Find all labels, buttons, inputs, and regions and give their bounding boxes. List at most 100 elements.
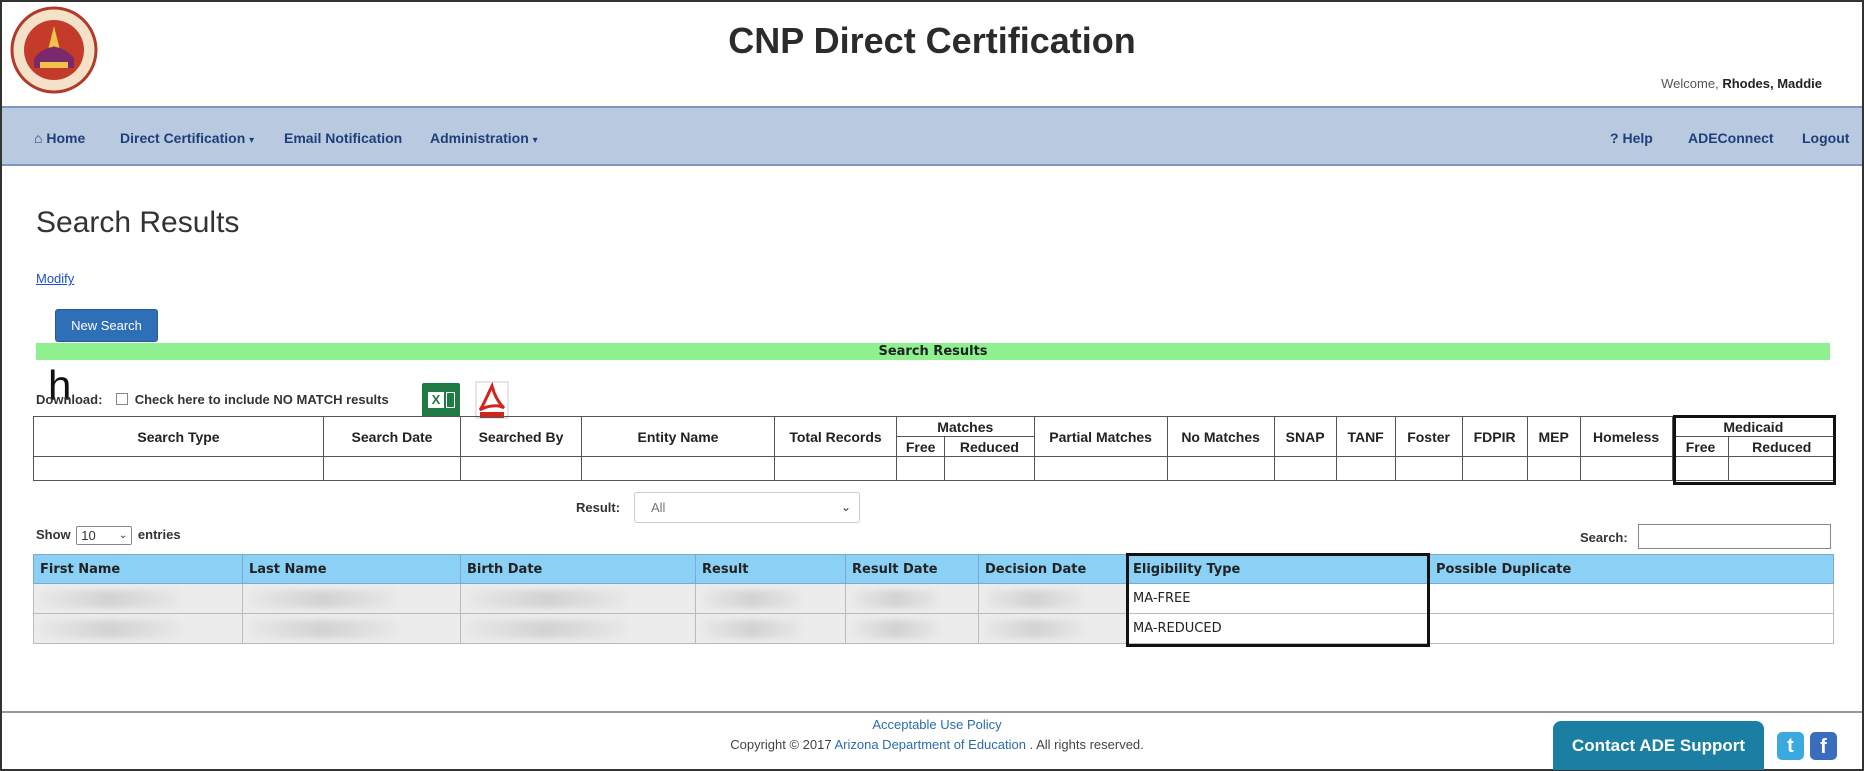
twitter-icon[interactable]: t [1777,732,1804,760]
col-result[interactable]: Result [695,554,846,584]
site-title: CNP Direct Certification [728,20,1136,61]
excel-x-glyph: X [428,392,444,408]
nav-administration[interactable]: Administration ▾ [430,130,538,146]
search-input[interactable] [1638,524,1831,549]
table-row[interactable]: MA-REDUCED [33,613,1834,644]
rights-text: . All rights reserved. [1029,737,1144,752]
nav-home[interactable]: ⌂ Home [34,130,85,146]
col-foster: Foster [1394,416,1463,457]
entries-label: entries [137,526,181,542]
summary-cell [1461,456,1528,481]
possible-duplicate-cell [1429,613,1834,644]
contact-support-button[interactable]: Contact ADE Support [1553,721,1764,770]
facebook-icon[interactable]: f [1810,732,1837,760]
summary-cell [1166,456,1275,481]
include-no-match-checkbox[interactable] [116,393,129,405]
col-possible-duplicate[interactable]: Possible Duplicate [1429,554,1834,584]
nav-help[interactable]: ? Help [1610,130,1653,146]
site-footer: Acceptable Use Policy Copyright © 2017 A… [2,711,1862,770]
redacted-value [467,619,627,638]
welcome-text: Welcome, Rhodes, Maddie [1661,76,1822,91]
col-last-name[interactable]: Last Name [242,554,461,584]
summary-cell [1728,456,1835,481]
summary-cell [895,456,946,481]
show-label: Show [36,526,71,542]
nav-home-label: Home [46,130,86,146]
col-snap: SNAP [1273,416,1337,457]
nav-logout[interactable]: Logout [1802,130,1849,146]
last-name-cell [242,613,461,644]
site-header: CNP Direct Certification Welcome, Rhodes… [2,2,1862,105]
caret-down-icon: ▾ [532,135,538,146]
birth-date-cell [460,613,696,644]
last-name-cell [242,583,461,614]
table-row[interactable]: MA-FREE [33,583,1834,614]
summary-cell [1394,456,1463,481]
summary-cell [33,456,324,481]
col-total-records: Total Records [774,416,897,457]
nav-email-notification[interactable]: Email Notification [284,130,402,146]
ade-org-link[interactable]: Arizona Department of Education [834,737,1026,752]
search-results-band: Search Results [36,343,1830,360]
chevron-down-icon: ⌄ [840,500,851,514]
excel-download-icon[interactable]: X [422,383,460,417]
first-name-cell [33,583,243,614]
eligibility-type-cell: MA-FREE [1126,583,1430,614]
entries-value: 10 [81,528,96,543]
entries-select[interactable]: 10 ⌄ [76,526,133,545]
col-homeless: Homeless [1579,416,1673,457]
copyright-prefix: Copyright © 2017 [730,737,832,752]
col-matches-reduced: Reduced [944,436,1035,457]
redacted-value [249,619,397,638]
result-filter-value: All [651,500,666,515]
redacted-value [467,589,627,608]
summary-cell [1526,456,1581,481]
col-partial-matches: Partial Matches [1033,416,1168,457]
download-row: Download: Check here to include NO MATCH… [36,392,389,407]
nav-adeconnect-label: ADEConnect [1688,130,1774,146]
nav-adeconnect[interactable]: ADEConnect [1688,130,1774,146]
redacted-value [40,589,182,608]
redacted-value [40,619,182,638]
nav-direct-certification[interactable]: Direct Certification ▾ [120,130,254,146]
result-date-cell [845,583,979,614]
caret-down-icon: ▾ [249,135,255,146]
decision-date-cell [978,583,1127,614]
nav-help-label: Help [1622,130,1653,146]
chevron-down-icon: ⌄ [118,530,128,541]
page-title: Search Results [36,206,240,239]
pdf-download-icon[interactable] [474,380,510,420]
summary-cell [1273,456,1337,481]
col-no-matches: No Matches [1166,416,1275,457]
summary-cell [581,456,775,481]
col-first-name[interactable]: First Name [33,554,243,584]
col-result-date[interactable]: Result Date [845,554,979,584]
eligibility-type-cell: MA-REDUCED [1126,613,1430,644]
col-decision-date[interactable]: Decision Date [978,554,1127,584]
col-matches-free: Free [895,436,946,457]
result-filter-select[interactable]: All ⌄ [634,492,860,523]
acceptable-use-label: Acceptable Use Policy [872,717,1002,732]
col-birth-date[interactable]: Birth Date [460,554,696,584]
redacted-value [702,619,803,638]
col-tanf: TANF [1335,416,1396,457]
main-nav: ⌂ Home Direct Certification ▾ Email Noti… [2,106,1862,166]
redacted-value [249,589,397,608]
summary-table: Search Type Search Date Searched By Enti… [33,416,1836,481]
summary-cell [1579,456,1673,481]
user-name: Rhodes, Maddie [1722,76,1822,91]
first-name-cell [33,613,243,644]
new-search-button[interactable]: New Search [55,309,158,342]
summary-row [33,456,1835,481]
col-matches: Matches [896,416,1035,437]
redacted-value [852,589,941,608]
home-icon: ⌂ [34,130,43,146]
result-date-cell [845,613,979,644]
decision-date-cell [978,613,1127,644]
download-label: Download: [36,392,103,407]
summary-cell [774,456,897,481]
modify-link[interactable]: Modify [36,271,74,286]
col-eligibility-type[interactable]: Eligibility Type [1126,554,1430,584]
nav-administration-label: Administration [430,130,529,146]
help-icon: ? [1610,130,1619,146]
